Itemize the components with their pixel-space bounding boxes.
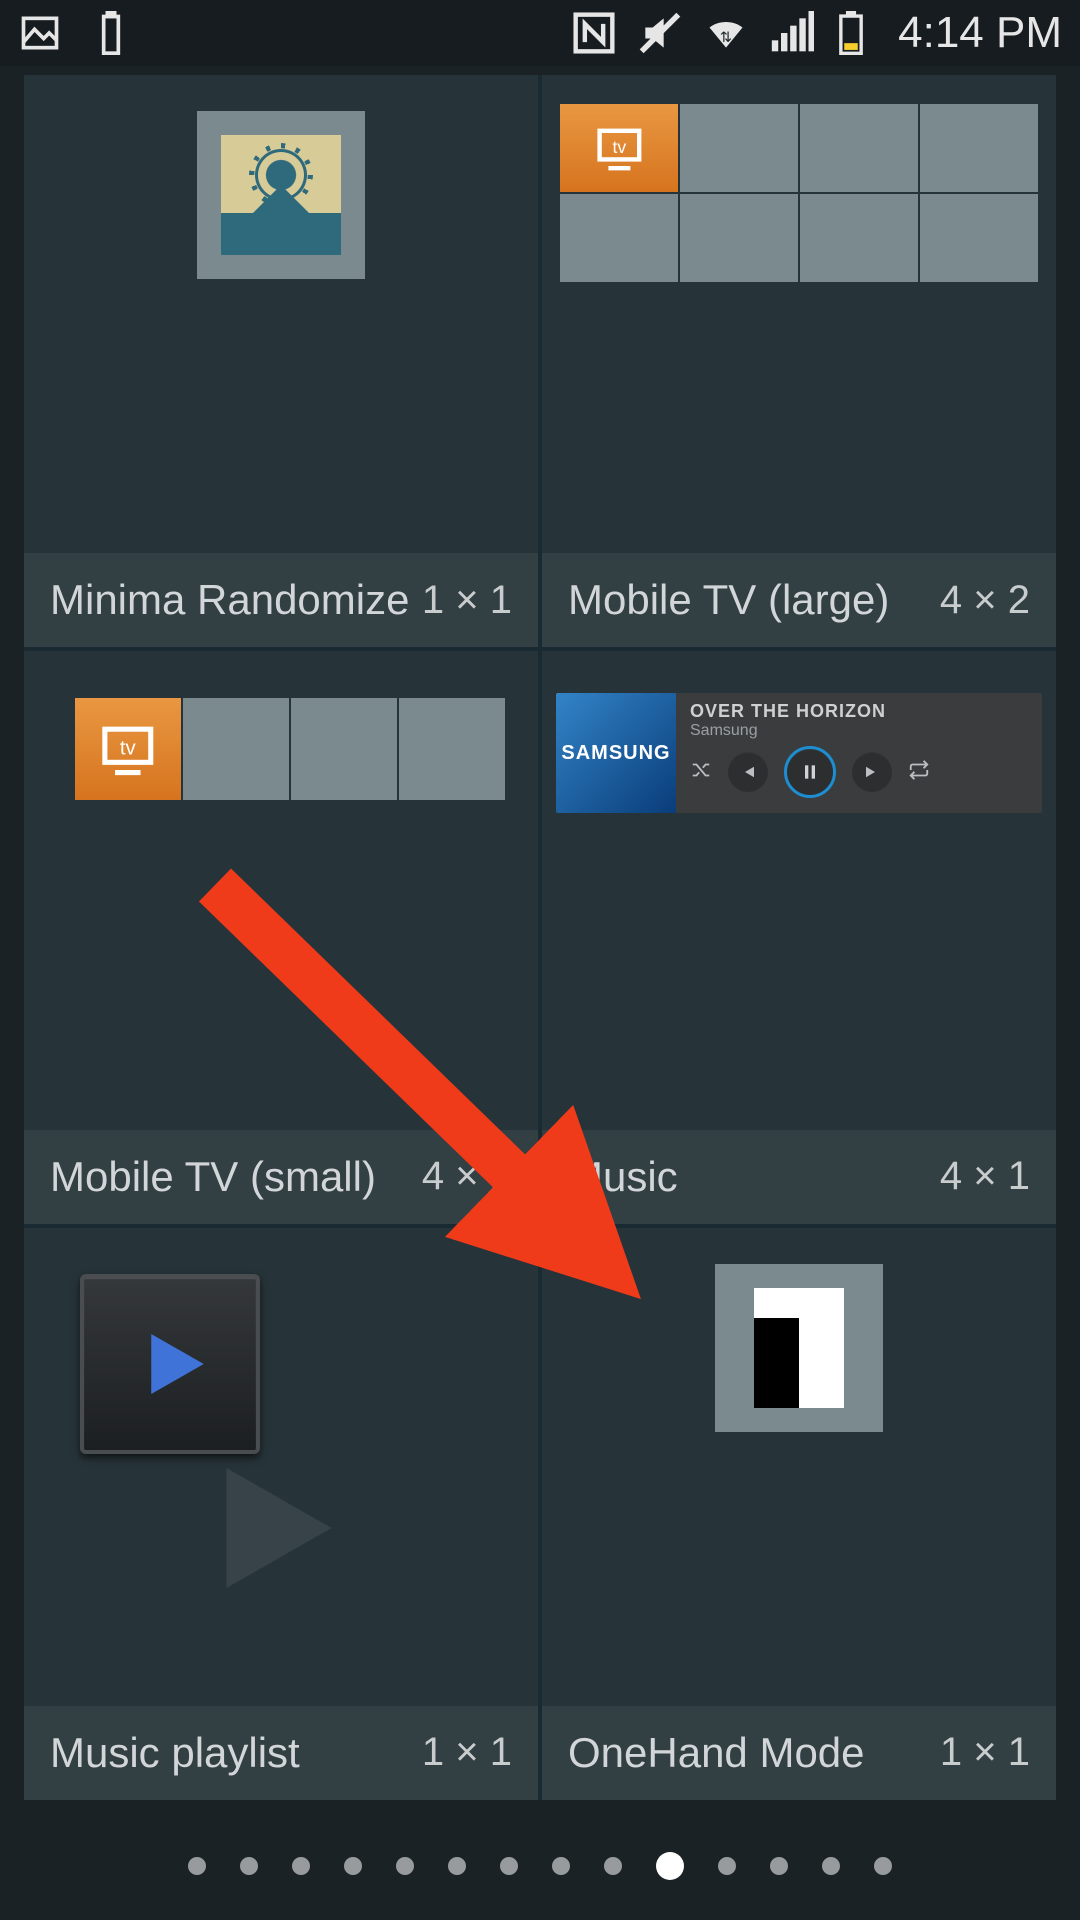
tv-icon: tv: [559, 103, 679, 193]
battery-small-icon: [100, 11, 122, 55]
widget-preview: [542, 1228, 1056, 1706]
music-controls: [690, 746, 1028, 798]
music-player-widget: SAMSUNG OVER THE HORIZON Samsung: [556, 693, 1042, 813]
widget-picker-grid: Minima Randomize 1 × 1 tv Mobile TV (lar…: [24, 75, 1056, 1800]
widget-name: OneHand Mode: [568, 1729, 865, 1777]
music-track-title: OVER THE HORIZON: [690, 701, 1028, 722]
widget-preview: SAMSUNG OVER THE HORIZON Samsung: [542, 651, 1056, 1129]
page-dot[interactable]: [718, 1857, 736, 1875]
widget-size: 1 × 1: [940, 1730, 1030, 1775]
widget-footer: OneHand Mode 1 × 1: [542, 1706, 1056, 1800]
widget-size: 1 × 1: [422, 578, 512, 623]
svg-text:tv: tv: [120, 737, 137, 759]
page-dot[interactable]: [292, 1857, 310, 1875]
widget-preview: tv: [542, 75, 1056, 553]
tv-icon: tv: [74, 697, 182, 801]
widget-footer: Mobile TV (small) 4 × 1: [24, 1130, 538, 1224]
minima-wallpaper-icon: [221, 135, 341, 255]
page-dot[interactable]: [822, 1857, 840, 1875]
page-dot[interactable]: [770, 1857, 788, 1875]
wifi-icon: ⇅: [704, 11, 748, 55]
status-clock: 4:14 PM: [898, 8, 1062, 58]
widget-preview: [24, 1228, 538, 1706]
widget-name: Minima Randomize: [50, 576, 409, 624]
widget-mobile-tv-large[interactable]: tv Mobile TV (large) 4 × 2: [542, 75, 1056, 647]
widget-size: 4 × 1: [422, 1154, 512, 1199]
play-pause-button: [784, 746, 836, 798]
widget-onehand-mode[interactable]: OneHand Mode 1 × 1: [542, 1228, 1056, 1800]
page-dot[interactable]: [396, 1857, 414, 1875]
onehand-icon: [754, 1288, 844, 1408]
repeat-icon: [908, 759, 930, 786]
widget-size: 4 × 2: [940, 578, 1030, 623]
page-dot[interactable]: [448, 1857, 466, 1875]
widget-footer: Music playlist 1 × 1: [24, 1706, 538, 1800]
widget-music[interactable]: SAMSUNG OVER THE HORIZON Samsung: [542, 651, 1056, 1223]
widget-footer: Music 4 × 1: [542, 1130, 1056, 1224]
music-album-art: SAMSUNG: [556, 693, 676, 813]
page-dot[interactable]: [656, 1852, 684, 1880]
widget-minima-randomize[interactable]: Minima Randomize 1 × 1: [24, 75, 538, 647]
widget-music-playlist[interactable]: Music playlist 1 × 1: [24, 1228, 538, 1800]
page-indicator[interactable]: [0, 1857, 1080, 1880]
play-icon-ghost: [154, 1418, 374, 1638]
nfc-icon: [572, 11, 616, 55]
signal-icon: [770, 11, 814, 55]
next-button: [852, 752, 892, 792]
widget-name: Mobile TV (large): [568, 576, 889, 624]
widget-footer: Minima Randomize 1 × 1: [24, 553, 538, 647]
widget-name: Music playlist: [50, 1729, 300, 1777]
page-dot[interactable]: [188, 1857, 206, 1875]
page-dot[interactable]: [604, 1857, 622, 1875]
shuffle-icon: [690, 759, 712, 786]
picture-icon: [18, 11, 62, 55]
music-track-artist: Samsung: [690, 722, 1028, 740]
widget-name: Mobile TV (small): [50, 1153, 376, 1201]
widget-preview: tv: [24, 651, 538, 1129]
page-dot[interactable]: [240, 1857, 258, 1875]
mute-icon: [638, 11, 682, 55]
svg-text:⇅: ⇅: [720, 30, 732, 46]
widget-mobile-tv-small[interactable]: tv Mobile TV (small) 4 × 1: [24, 651, 538, 1223]
battery-icon: [836, 11, 866, 55]
widget-size: 4 × 1: [940, 1154, 1030, 1199]
previous-button: [728, 752, 768, 792]
page-dot[interactable]: [552, 1857, 570, 1875]
page-dot[interactable]: [500, 1857, 518, 1875]
widget-name: Music: [568, 1153, 678, 1201]
page-dot[interactable]: [344, 1857, 362, 1875]
svg-text:tv: tv: [612, 136, 626, 156]
widget-size: 1 × 1: [422, 1730, 512, 1775]
page-dot[interactable]: [874, 1857, 892, 1875]
widget-footer: Mobile TV (large) 4 × 2: [542, 553, 1056, 647]
widget-preview: [24, 75, 538, 553]
status-bar: ⇅ 4:14 PM: [0, 0, 1080, 66]
